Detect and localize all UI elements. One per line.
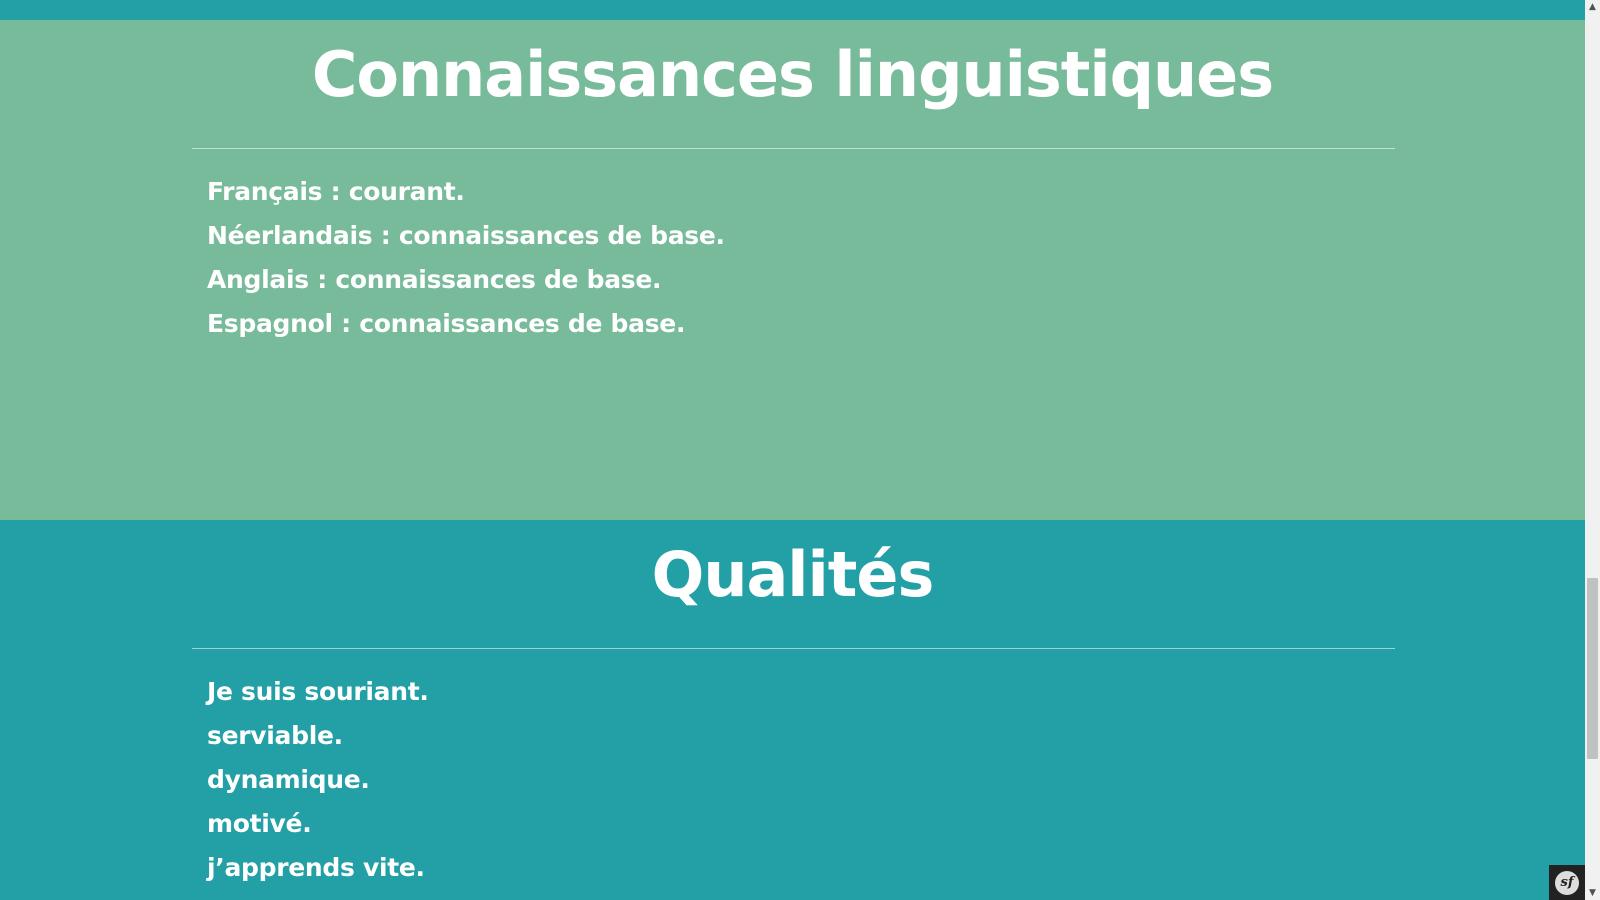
page: Connaissances linguistiques Français : c… [0,0,1585,900]
languages-divider [192,148,1395,149]
language-item-dutch: Néerlandais : connaissances de base. [207,221,725,250]
qualities-section: Qualités Je suis souriant. serviable. dy… [0,520,1585,900]
language-item-spanish: Espagnol : connaissances de base. [207,309,686,338]
quality-item: j’apprends vite. [207,853,425,882]
vertical-scrollbar[interactable]: ▲ ▼ [1585,0,1600,900]
symfony-debug-toolbar[interactable]: sf [1549,865,1585,900]
language-item-english: Anglais : connaissances de base. [207,265,662,294]
quality-item: Je suis souriant. [207,677,429,706]
scroll-down-icon[interactable]: ▼ [1585,886,1600,900]
languages-title: Connaissances linguistiques [311,38,1274,111]
languages-list: Français : courant. Néerlandais : connai… [207,170,725,346]
symfony-logo-icon[interactable]: sf [1555,871,1579,895]
quality-item: serviable. [207,721,343,750]
quality-item: motivé. [207,809,312,838]
qualities-list: Je suis souriant. serviable. dynamique. … [207,670,429,890]
scroll-up-icon[interactable]: ▲ [1585,0,1600,14]
quality-item: dynamique. [207,765,370,794]
language-item-french: Français : courant. [207,177,465,206]
qualities-divider [192,648,1395,649]
qualities-title: Qualités [651,538,935,611]
top-strip [0,0,1585,20]
languages-section: Connaissances linguistiques Français : c… [0,20,1585,520]
scroll-thumb[interactable] [1587,578,1598,759]
